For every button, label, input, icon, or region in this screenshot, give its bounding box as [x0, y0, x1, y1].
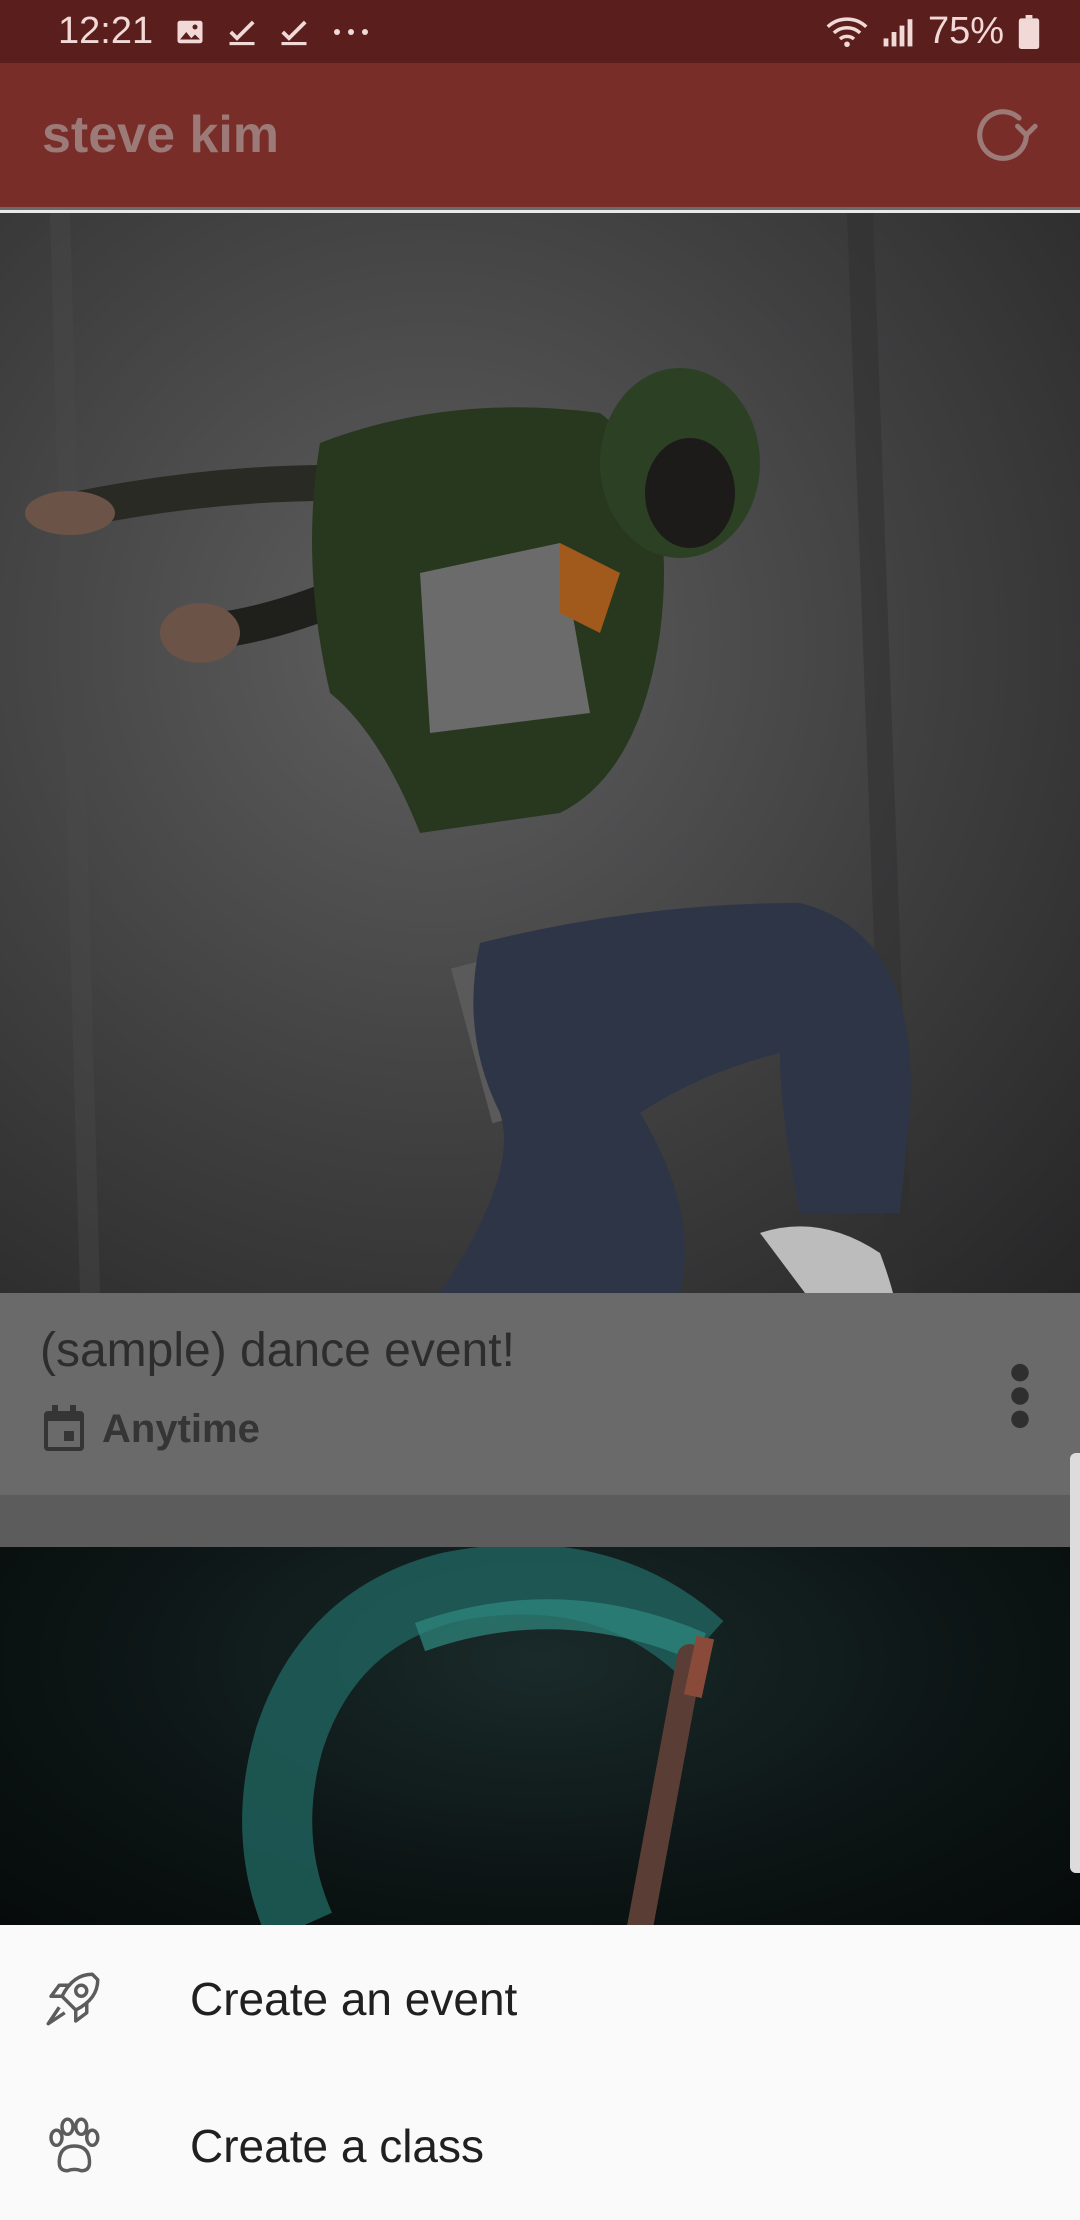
- event-feed[interactable]: (sample) dance event! Anytime: [0, 213, 1080, 1925]
- event-date-label: Anytime: [102, 1406, 260, 1451]
- status-bar: 12:21 75%: [0, 0, 1080, 63]
- app-bar: steve kim: [0, 63, 1080, 210]
- event-cover-image[interactable]: [0, 213, 1080, 1293]
- scrollbar[interactable]: [1070, 1453, 1080, 1873]
- image-icon: [177, 20, 203, 43]
- dancer-illustration: [25, 213, 913, 1293]
- signal-icon: [883, 18, 913, 46]
- check-icon: [281, 20, 307, 45]
- create-class-label[interactable]: Create a class: [190, 2119, 484, 2173]
- battery-percent: 75%: [927, 10, 1004, 52]
- event-card[interactable]: (sample) dance event! Anytime: [0, 1293, 1080, 1495]
- smoke-flare-illustration: [242, 1547, 724, 1925]
- create-class-item[interactable]: Create a class: [0, 2072, 1080, 2219]
- more-vert-icon[interactable]: [1008, 1361, 1032, 1431]
- check-icon: [229, 20, 255, 45]
- create-event-label[interactable]: Create an event: [190, 1972, 517, 2026]
- card-divider: [0, 1495, 1080, 1547]
- create-event-item[interactable]: Create an event: [0, 1925, 1080, 2072]
- paw-icon: [49, 2116, 100, 2172]
- page-title: steve kim: [42, 106, 280, 164]
- refresh-icon[interactable]: [968, 100, 1038, 170]
- battery-icon: [1018, 14, 1040, 49]
- event-cover-image-2[interactable]: [0, 1547, 1080, 1925]
- event-title[interactable]: (sample) dance event!: [40, 1323, 515, 1378]
- more-dots-icon: [334, 28, 369, 35]
- create-bottom-sheet: Create an event Create a class: [0, 1925, 1080, 2220]
- calendar-icon: [44, 1405, 84, 1451]
- status-time: 12:21: [58, 10, 154, 52]
- wifi-icon: [826, 16, 868, 47]
- rocket-icon: [46, 1972, 100, 2025]
- event-date: Anytime: [40, 1403, 260, 1455]
